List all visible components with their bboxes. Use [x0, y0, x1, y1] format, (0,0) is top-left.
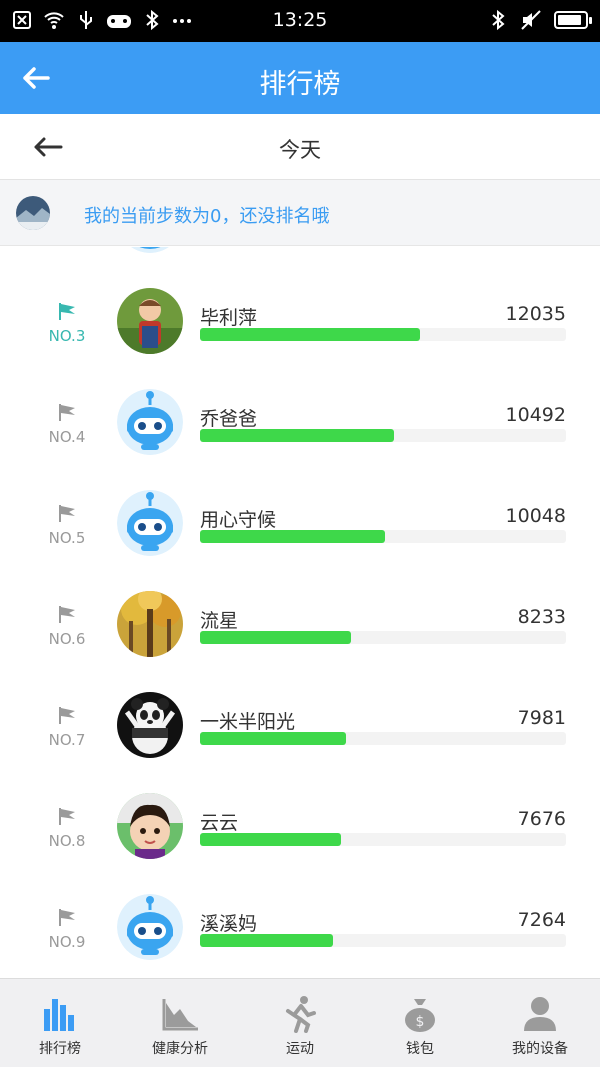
my-step-info: 我的当前步数为0，还没排名哦	[0, 180, 600, 246]
rank-number: NO.7	[48, 731, 86, 749]
tab-bar-chart[interactable]: 排行榜	[0, 979, 120, 1067]
mute-icon	[521, 10, 541, 30]
step-progress-track	[200, 631, 566, 644]
rank-badge: NO.9	[36, 907, 98, 951]
step-progress-bar	[200, 530, 385, 543]
user-name: 流星	[200, 610, 239, 632]
money-bag-icon: $	[405, 999, 435, 1032]
rank-number: NO.8	[48, 832, 86, 850]
step-progress-bar	[200, 934, 334, 947]
battery-icon	[554, 11, 592, 29]
step-count: 12035	[505, 303, 566, 325]
user-name: 一米半阳光	[200, 711, 296, 733]
date-navigation: 今天	[0, 114, 600, 180]
ranking-row[interactable]: NO.7 一米半阳光 7981	[0, 691, 600, 792]
flag-icon	[59, 505, 75, 522]
ranking-row[interactable]: NO.8 云云 7676	[0, 792, 600, 893]
tab-label: 健康分析	[152, 1041, 208, 1057]
my-step-text: 我的当前步数为0，还没排名哦	[84, 206, 330, 227]
step-progress-track	[200, 833, 566, 846]
status-right-icons	[488, 9, 592, 31]
step-progress-bar	[200, 631, 352, 644]
ranking-row[interactable]: NO.3 毕利萍 12035	[0, 287, 600, 388]
rank-badge: NO.3	[36, 301, 98, 345]
user-avatar[interactable]	[117, 490, 183, 556]
user-avatar[interactable]	[117, 288, 183, 354]
rank-badge: NO.6	[36, 604, 98, 648]
step-progress-bar	[200, 328, 420, 341]
user-avatar[interactable]	[117, 692, 183, 758]
flag-icon	[59, 707, 75, 724]
tab-runner[interactable]: 运动	[240, 979, 360, 1067]
bar-chart-icon	[44, 999, 74, 1031]
flag-icon	[59, 606, 75, 623]
user-avatar[interactable]	[117, 793, 183, 859]
step-progress-track	[200, 732, 566, 745]
page-title: 排行榜	[259, 69, 341, 100]
step-progress-track	[200, 530, 566, 543]
runner-icon	[286, 996, 316, 1033]
user-avatar[interactable]	[117, 894, 183, 960]
tab-label: 排行榜	[39, 1041, 81, 1057]
ranking-row[interactable]: NO.6 流星 8233	[0, 590, 600, 691]
rank-number: NO.5	[48, 529, 86, 547]
user-name: 乔爸爸	[200, 408, 258, 430]
date-label: 今天	[279, 138, 321, 162]
status-bar: 13:25	[0, 0, 600, 42]
user-name: 毕利萍	[200, 307, 258, 329]
rank-badge: NO.5	[36, 503, 98, 547]
app-bar: 排行榜	[0, 42, 600, 114]
user-avatar[interactable]	[117, 389, 183, 455]
step-count: 7981	[517, 707, 566, 729]
step-count: 7264	[517, 909, 566, 931]
rank-number: NO.9	[48, 933, 86, 951]
step-count: 8233	[517, 606, 566, 628]
ranking-row[interactable]: NO.9 溪溪妈 7264	[0, 893, 600, 978]
flag-icon	[59, 808, 75, 825]
area-chart-icon	[162, 999, 198, 1031]
step-count: 7676	[517, 808, 566, 830]
flag-icon	[59, 404, 75, 421]
tab-label: 钱包	[406, 1041, 434, 1057]
rank-number: NO.6	[48, 630, 86, 648]
rank-number: NO.4	[48, 428, 86, 446]
user-avatar[interactable]	[117, 591, 183, 657]
person-icon	[524, 997, 556, 1031]
user-name: 用心守候	[200, 509, 277, 531]
tab-label: 我的设备	[512, 1041, 568, 1057]
step-progress-track	[200, 328, 566, 341]
rank-badge: NO.7	[36, 705, 98, 749]
tab-area-chart[interactable]: 健康分析	[120, 979, 240, 1067]
previous-row-avatar	[117, 247, 183, 253]
flag-icon	[59, 909, 75, 926]
step-progress-bar	[200, 732, 347, 745]
rank-badge: NO.4	[36, 402, 98, 446]
ranking-list[interactable]: NO.3 毕利萍 12035 NO.4 乔爸爸 10492 NO.5 用心守候 10048 NO.…	[0, 247, 600, 978]
tab-label: 运动	[286, 1041, 314, 1057]
step-progress-track	[200, 429, 566, 442]
bluetooth-icon	[492, 9, 505, 31]
ranking-row[interactable]: NO.4 乔爸爸 10492	[0, 388, 600, 489]
flag-icon	[59, 303, 75, 320]
user-name: 溪溪妈	[200, 913, 258, 935]
rank-badge: NO.8	[36, 806, 98, 850]
step-progress-bar	[200, 429, 394, 442]
step-count: 10492	[505, 404, 566, 426]
svg-text:$: $	[416, 1014, 425, 1030]
user-name: 云云	[200, 812, 239, 834]
bottom-tab-bar: 排行榜 健康分析 运动 $ 钱包 我的设备	[0, 978, 600, 1067]
rank-number: NO.3	[48, 327, 86, 345]
tab-money-bag[interactable]: $ 钱包	[360, 979, 480, 1067]
my-avatar[interactable]	[16, 196, 50, 230]
step-count: 10048	[505, 505, 566, 527]
ranking-row[interactable]: NO.5 用心守候 10048	[0, 489, 600, 590]
step-progress-track	[200, 934, 566, 947]
step-progress-bar	[200, 833, 341, 846]
tab-person[interactable]: 我的设备	[480, 979, 600, 1067]
